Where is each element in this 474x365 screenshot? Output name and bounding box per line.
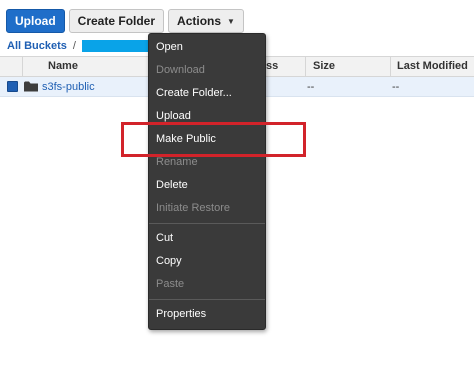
- toolbar: Upload Create Folder Actions ▼: [6, 9, 244, 33]
- row-size: --: [307, 81, 315, 93]
- row-last-modified: --: [392, 81, 400, 93]
- menu-item-cut[interactable]: Cut: [149, 227, 265, 250]
- upload-button[interactable]: Upload: [6, 9, 65, 33]
- actions-menu: Open Download Create Folder... Upload Ma…: [148, 33, 266, 330]
- column-header-storage-class-fragment[interactable]: ss: [266, 57, 278, 76]
- menu-divider: [149, 223, 265, 224]
- breadcrumb: All Buckets /: [7, 38, 156, 54]
- column-separator: [305, 57, 306, 76]
- menu-divider: [149, 299, 265, 300]
- actions-button[interactable]: Actions ▼: [168, 9, 244, 33]
- column-header-size[interactable]: Size: [313, 57, 335, 76]
- menu-item-download: Download: [156, 64, 205, 76]
- create-folder-button[interactable]: Create Folder: [68, 9, 165, 33]
- breadcrumb-redacted-bucket[interactable]: [81, 40, 156, 52]
- menu-item-open[interactable]: Open: [149, 36, 265, 59]
- column-separator: [22, 57, 23, 76]
- menu-item-create-folder[interactable]: Create Folder...: [149, 82, 265, 105]
- column-header-name[interactable]: Name: [48, 57, 78, 76]
- menu-item-delete[interactable]: Delete: [149, 174, 265, 197]
- chevron-down-icon: ▼: [227, 16, 235, 26]
- row-name-link[interactable]: s3fs-public: [42, 77, 95, 97]
- row-checkbox[interactable]: [7, 81, 18, 92]
- column-separator: [390, 57, 391, 76]
- highlight-annotation-box: [121, 122, 306, 157]
- menu-item-paste: Paste: [156, 278, 185, 290]
- breadcrumb-separator: /: [72, 40, 76, 52]
- menu-item-copy[interactable]: Copy: [149, 250, 265, 273]
- menu-item-properties[interactable]: Properties: [149, 303, 265, 326]
- menu-item-initiate-restore: Initiate Restore: [156, 202, 230, 214]
- breadcrumb-all-buckets[interactable]: All Buckets: [7, 40, 67, 52]
- actions-button-label: Actions: [177, 14, 222, 28]
- column-header-last-modified[interactable]: Last Modified: [397, 57, 468, 76]
- folder-icon: [24, 81, 38, 92]
